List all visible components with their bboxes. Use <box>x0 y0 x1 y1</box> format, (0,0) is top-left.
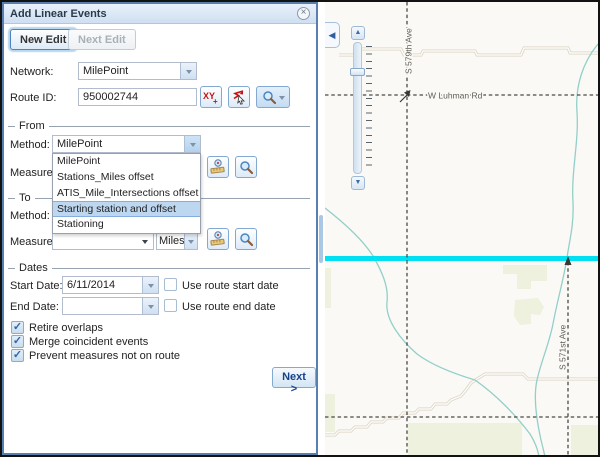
field-polygon <box>325 268 331 308</box>
chevron-down-icon[interactable] <box>142 277 158 293</box>
network-combo[interactable]: MilePoint <box>78 62 197 80</box>
to-measure-search-button[interactable] <box>235 228 257 250</box>
chevron-down-icon[interactable] <box>184 233 197 249</box>
route-id-input[interactable]: 950002744 <box>78 88 197 106</box>
end-date-label: End Date: <box>10 301 59 313</box>
select-route-icon <box>231 89 247 105</box>
retire-overlaps-checkbox[interactable] <box>11 321 24 334</box>
field-polygon <box>571 425 598 455</box>
panel-collapse-button[interactable]: ◀ <box>325 22 340 48</box>
start-date-label: Start Date: <box>10 280 63 292</box>
stream <box>325 208 539 455</box>
new-edit-button[interactable]: New Edit <box>10 29 76 50</box>
dropdown-item[interactable]: Stationing <box>53 217 200 233</box>
dropdown-item[interactable]: MilePoint <box>53 154 200 170</box>
map-canvas[interactable]: W Luhman Rd S 579th Ave S 571st Ave ◀ ▲ … <box>325 2 598 455</box>
from-section-legend: From <box>8 120 310 132</box>
panel-titlebar: Add Linear Events × <box>4 4 316 24</box>
chevron-down-icon[interactable] <box>142 298 158 314</box>
stream <box>535 44 598 455</box>
svg-text:+: + <box>213 97 218 106</box>
start-date-combo[interactable]: 6/11/2014 <box>62 276 159 294</box>
merge-coincident-label: Merge coincident events <box>29 336 148 348</box>
search-route-dropdown-button[interactable] <box>256 86 290 108</box>
to-measure-combo[interactable] <box>52 232 154 250</box>
to-measure-label: Measure: <box>10 236 56 248</box>
chevron-down-icon[interactable] <box>180 63 196 79</box>
close-icon[interactable]: × <box>297 7 310 20</box>
dropdown-item-selected[interactable]: Starting station and offset <box>53 201 200 217</box>
from-measure-locate-button[interactable] <box>207 156 229 178</box>
to-measure-locate-button[interactable] <box>207 228 229 250</box>
use-route-end-date-checkbox[interactable] <box>164 299 177 312</box>
panel-title: Add Linear Events <box>10 8 107 20</box>
dates-section-legend: Dates <box>8 262 310 274</box>
search-icon <box>239 160 254 175</box>
xy-icon: XY + <box>202 88 220 106</box>
dropdown-item[interactable]: Stations_Miles offset <box>53 170 200 186</box>
chevron-down-icon[interactable] <box>137 233 153 249</box>
field-polygon <box>408 423 522 455</box>
to-units-combo[interactable]: Miles <box>156 232 198 250</box>
route-id-label: Route ID: <box>10 92 56 104</box>
next-button[interactable]: Next > <box>272 367 316 388</box>
road-label-vertical-right: S 571st Ave <box>558 325 568 370</box>
next-edit-button[interactable]: Next Edit <box>68 29 136 50</box>
zoom-out-button[interactable]: ▼ <box>351 176 365 190</box>
zoom-in-button[interactable]: ▲ <box>351 26 365 40</box>
from-measure-search-button[interactable] <box>235 156 257 178</box>
panel-splitter-handle[interactable] <box>319 215 323 263</box>
search-icon <box>239 232 254 247</box>
retire-overlaps-label: Retire overlaps <box>29 322 103 334</box>
add-linear-events-panel: Add Linear Events × New Edit Next Edit N… <box>2 2 318 455</box>
method-dropdown-list: MilePoint Stations_Miles offset ATIS_Mil… <box>52 153 201 234</box>
zoom-slider-ticks <box>366 46 372 172</box>
dropdown-item[interactable]: ATIS_Mile_Intersections offset <box>53 186 200 202</box>
zoom-slider-track[interactable] <box>353 42 362 174</box>
slider-up-icon: ▲ <box>355 29 362 36</box>
collapse-arrow-icon: ◀ <box>329 30 336 41</box>
field-polygon <box>325 394 335 432</box>
end-date-combo[interactable] <box>62 297 159 315</box>
prevent-measures-label: Prevent measures not on route <box>29 350 180 362</box>
road-label-horizontal: W Luhman Rd <box>428 91 483 101</box>
use-route-start-date-checkbox[interactable] <box>164 278 177 291</box>
chevron-down-icon <box>279 96 285 103</box>
from-method-combo[interactable]: MilePoint <box>52 135 201 153</box>
prevent-measures-checkbox[interactable] <box>11 349 24 362</box>
network-label: Network: <box>10 66 53 78</box>
search-icon <box>262 90 277 105</box>
use-route-start-date-label: Use route start date <box>182 280 279 292</box>
xy-coordinates-button[interactable]: XY + <box>200 86 222 108</box>
use-route-end-date-label: Use route end date <box>182 301 276 313</box>
measure-ruler-icon <box>210 159 226 175</box>
to-method-label: Method: <box>10 210 50 222</box>
select-on-map-button[interactable] <box>228 86 250 108</box>
zoom-slider-handle[interactable] <box>350 68 365 76</box>
merge-coincident-checkbox[interactable] <box>11 335 24 348</box>
from-measure-label: Measure: <box>10 167 56 179</box>
field-polygon <box>503 265 547 289</box>
road-label-vertical-top: S 579th Ave <box>404 28 414 74</box>
chevron-down-icon[interactable] <box>184 136 200 152</box>
from-method-label: Method: <box>10 139 50 151</box>
slider-down-icon: ▼ <box>355 179 362 186</box>
measure-ruler-icon <box>210 231 226 247</box>
field-polygon <box>514 298 544 325</box>
